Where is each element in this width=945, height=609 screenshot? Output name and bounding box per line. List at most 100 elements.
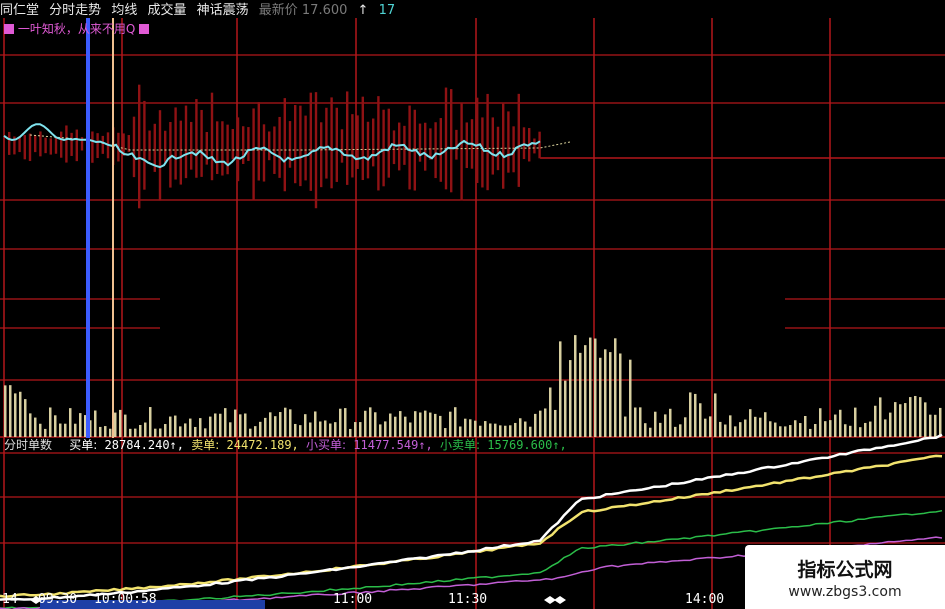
volume-bar	[574, 335, 577, 437]
volume-bar	[684, 417, 687, 437]
oscillator-bar	[325, 107, 328, 179]
volume-bar	[914, 395, 917, 437]
volume-bar	[709, 416, 712, 437]
volume-bar	[219, 413, 222, 437]
oscillator-bar	[101, 135, 104, 154]
volume-bar	[734, 426, 737, 437]
volume-bar	[884, 419, 887, 437]
oscillator-bar	[28, 133, 32, 162]
volume-bar	[329, 423, 332, 437]
oscillator-bar	[200, 109, 203, 177]
volume-bar	[799, 423, 802, 437]
small-buy-label: 小买单:	[306, 438, 347, 452]
volume-bar	[429, 412, 432, 437]
volume-bar	[554, 409, 557, 437]
volume-bar	[449, 411, 452, 437]
volume-bar	[319, 421, 322, 437]
volume-bar	[514, 422, 517, 437]
volume-bar	[409, 422, 412, 437]
arrow-up-icon: ↑	[357, 3, 369, 18]
volume-bar	[309, 422, 312, 437]
volume-bar	[519, 418, 522, 437]
volume-bar	[69, 408, 72, 437]
volume-bar	[369, 407, 372, 437]
oscillator-bar	[190, 121, 193, 170]
oscillator-bar	[158, 110, 162, 201]
chart-canvas[interactable]	[0, 0, 945, 609]
oscillator-bar	[299, 105, 302, 187]
oscillator-bar	[283, 98, 286, 192]
oscillator-bar	[236, 117, 240, 182]
oscillator-bar	[252, 108, 255, 201]
oscillator-bar	[444, 87, 448, 190]
volume-bar	[29, 413, 32, 437]
volume-bar	[824, 421, 827, 437]
volume-bar	[354, 422, 357, 437]
volume-bar	[634, 407, 637, 437]
oscillator-bar	[164, 130, 167, 163]
price-label: 最新价 17.600	[258, 3, 348, 18]
oscillator-bar	[179, 120, 182, 185]
volume-bar	[924, 402, 927, 437]
oscillator-bar	[335, 107, 338, 182]
oscillator-bar	[361, 96, 364, 181]
volume-bar	[769, 421, 772, 437]
volume-bar	[899, 404, 902, 437]
sell-value: 24472.189,	[226, 438, 299, 452]
indicator-legend: 一叶知秋，从来不用Q	[4, 20, 150, 38]
oscillator-bar	[210, 92, 214, 181]
volume-bar	[934, 414, 937, 437]
volume-bar	[64, 423, 67, 437]
volume-bar	[834, 414, 837, 437]
indicator-text: 一叶知秋，从来不用Q	[17, 22, 136, 36]
volume-bar	[704, 418, 707, 437]
volume-bar	[754, 416, 757, 437]
volume-bar	[774, 422, 777, 437]
volume-bar	[609, 352, 612, 437]
oscillator-bar	[533, 138, 536, 154]
watermark-logo: 指标公式网 www.zbgs3.com	[745, 545, 945, 609]
buy-label: 买单:	[69, 438, 98, 452]
time-label: 14:00	[685, 592, 725, 607]
volume-bar	[524, 421, 527, 437]
order-bar-title[interactable]: 分时单数	[4, 438, 52, 452]
volume-bar	[929, 414, 932, 437]
volume-bar	[464, 418, 467, 437]
volume-bar	[889, 412, 892, 437]
time-label: 11:00	[333, 592, 373, 607]
oscillator-bar	[408, 105, 411, 190]
stock-name[interactable]: 同仁堂	[0, 3, 39, 18]
cursor-orange-line[interactable]	[112, 18, 114, 438]
buy-value: 28784.240↑,	[104, 438, 185, 452]
volume-bar	[14, 393, 17, 437]
oscillator-bar	[294, 105, 297, 184]
volume-bar	[229, 422, 232, 437]
header-item-ma[interactable]: 均线	[111, 3, 137, 18]
header-item-indicator[interactable]: 神话震荡	[197, 3, 249, 18]
volume-bar	[59, 423, 62, 437]
volume-bar	[654, 411, 657, 437]
header-item-intraday[interactable]: 分时走势	[49, 3, 101, 18]
volume-bar	[559, 341, 562, 437]
volume-bar	[619, 353, 622, 437]
oscillator-bar	[262, 124, 266, 182]
oscillator-bar	[320, 122, 323, 188]
oscillator-bar	[195, 99, 198, 178]
volume-bar	[389, 413, 392, 437]
oscillator-bar	[54, 137, 58, 154]
time-label: 11:30	[448, 592, 488, 607]
volume-bar	[124, 414, 127, 437]
order-count-bar: 分时单数 买单: 28784.240↑, 卖单: 24472.189, 小买单:…	[4, 436, 567, 454]
cursor-blue-line[interactable]	[86, 18, 90, 438]
small-buy-value: 11477.549↑,	[353, 438, 433, 452]
oscillator-bar	[465, 122, 468, 169]
header-item-volume[interactable]: 成交量	[147, 3, 186, 18]
time-label: 10:00:58	[94, 592, 157, 607]
watermark-site: www.zbgs3.com	[788, 583, 902, 600]
volume-bar	[484, 421, 487, 437]
oscillator-bar	[278, 116, 281, 178]
volume-bar	[669, 408, 672, 437]
oscillator-bar	[70, 132, 73, 156]
volume-bar	[794, 420, 797, 437]
volume-bar	[739, 422, 742, 437]
